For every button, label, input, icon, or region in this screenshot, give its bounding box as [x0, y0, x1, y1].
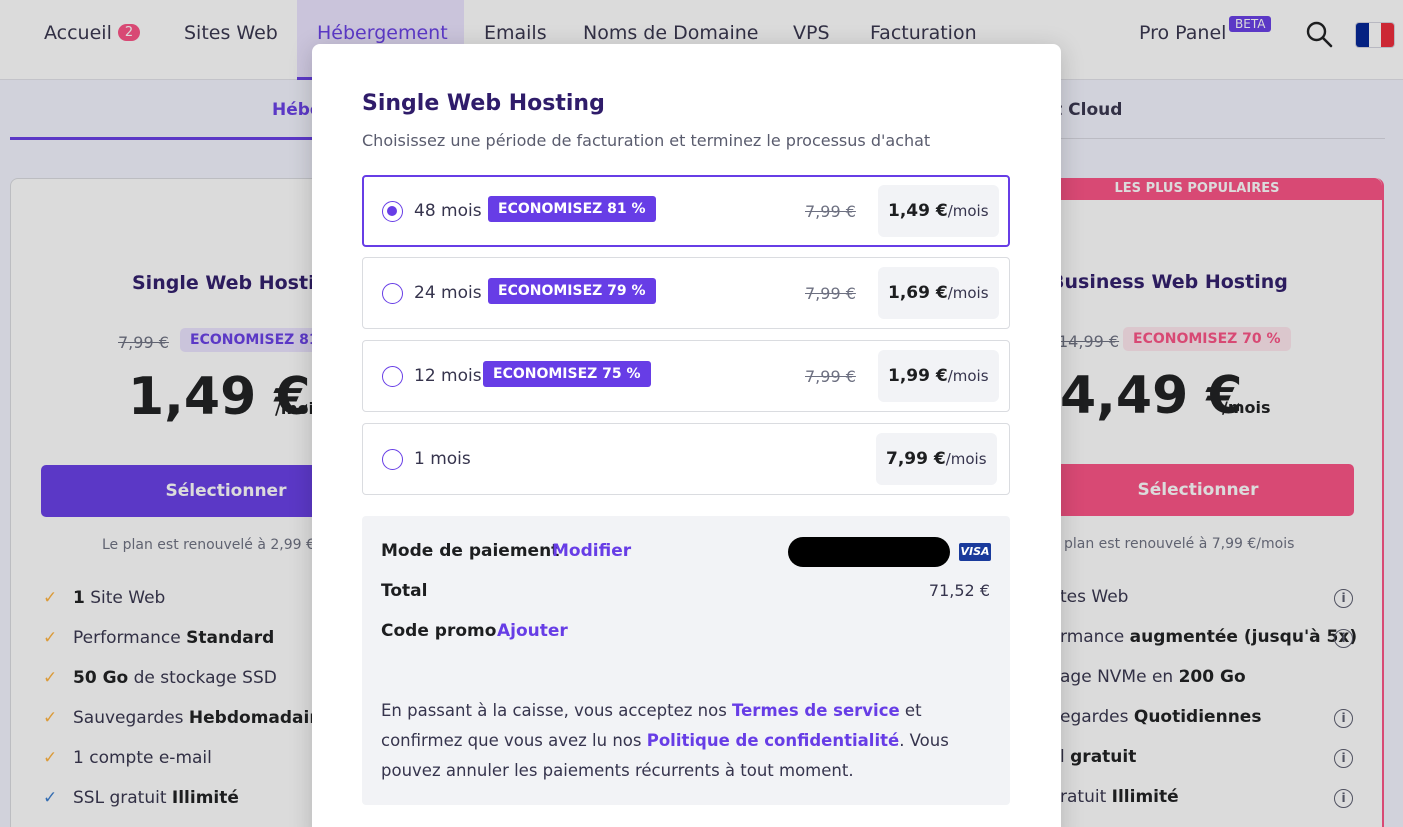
terms-of-service-link[interactable]: Termes de service	[732, 701, 900, 720]
order-summary: Mode de paiement Modifier VISA Total 71,…	[362, 516, 1010, 805]
privacy-policy-link[interactable]: Politique de confidentialité	[647, 731, 899, 750]
option-price: 7,99 €/mois	[876, 433, 997, 485]
total-value: 71,52 €	[928, 581, 990, 600]
modify-payment-link[interactable]: Modifier	[552, 541, 631, 561]
terms-notice: En passant à la caisse, vous acceptez no…	[381, 701, 949, 780]
radio-button[interactable]	[382, 283, 403, 304]
redacted-card-number	[788, 537, 950, 567]
option-price: 1,49 €/mois	[878, 185, 999, 237]
billing-option-48-months[interactable]: 48 mois ECONOMISEZ 81 % 7,99 € 1,49 €/mo…	[362, 175, 1010, 247]
option-save-badge: ECONOMISEZ 75 %	[483, 361, 651, 387]
option-old-price: 7,99 €	[805, 367, 856, 386]
payment-method-label: Mode de paiement	[381, 541, 560, 561]
option-save-badge: ECONOMISEZ 81 %	[488, 196, 656, 222]
option-price: 1,99 €/mois	[878, 350, 999, 402]
modal-subtitle: Choisissez une période de facturation et…	[362, 131, 931, 150]
radio-button[interactable]	[382, 201, 403, 222]
promo-code-label: Code promo	[381, 621, 497, 641]
option-label: 1 mois	[414, 449, 471, 469]
radio-button[interactable]	[382, 449, 403, 470]
billing-period-modal: Single Web Hosting Choisissez une périod…	[312, 44, 1061, 827]
visa-card-icon: VISA	[959, 543, 991, 561]
option-price: 1,69 €/mois	[878, 267, 999, 319]
option-save-badge: ECONOMISEZ 79 %	[488, 278, 656, 304]
modal-title: Single Web Hosting	[362, 91, 605, 116]
billing-option-1-month[interactable]: 1 mois 7,99 €/mois	[362, 423, 1010, 495]
option-old-price: 7,99 €	[805, 202, 856, 221]
option-label: 24 mois	[414, 283, 482, 303]
option-old-price: 7,99 €	[805, 284, 856, 303]
add-promo-link[interactable]: Ajouter	[497, 621, 568, 641]
total-label: Total	[381, 581, 428, 601]
billing-option-24-months[interactable]: 24 mois ECONOMISEZ 79 % 7,99 € 1,69 €/mo…	[362, 257, 1010, 329]
option-label: 48 mois	[414, 201, 482, 221]
option-label: 12 mois	[414, 366, 482, 386]
radio-button[interactable]	[382, 366, 403, 387]
billing-option-12-months[interactable]: 12 mois ECONOMISEZ 75 % 7,99 € 1,99 €/mo…	[362, 340, 1010, 412]
